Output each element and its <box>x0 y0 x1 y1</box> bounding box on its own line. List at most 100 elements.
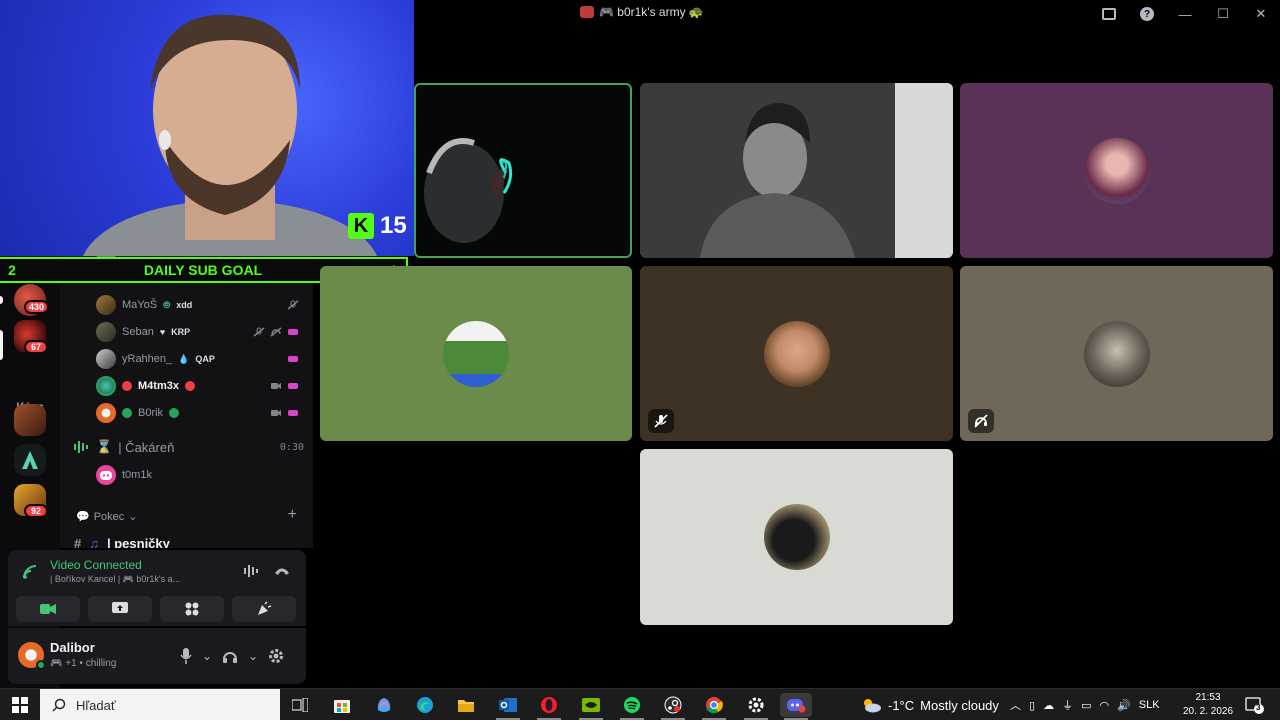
assassin-icon <box>22 451 38 469</box>
taskbar-search[interactable]: Hľadať <box>40 689 280 720</box>
status-dot <box>169 408 180 418</box>
member-name: Seban <box>122 326 154 338</box>
spotify-icon[interactable] <box>616 693 648 720</box>
member-tag: xdd <box>176 300 193 310</box>
status-dot <box>184 381 195 391</box>
member-state <box>253 321 299 343</box>
volume-icon[interactable]: 🔊 <box>1117 699 1131 712</box>
voice-channel-timer: 0:30 <box>279 441 304 453</box>
camera-icon <box>40 604 56 614</box>
disconnect-icon[interactable] <box>274 566 290 576</box>
chevron-down-icon[interactable]: ⌄ <box>202 649 212 663</box>
status-dot <box>122 408 132 418</box>
help-icon[interactable]: ? <box>1128 0 1166 28</box>
camera-button[interactable] <box>16 596 80 622</box>
mic-muted-icon <box>253 327 265 337</box>
video-tile-webcam-2[interactable] <box>640 83 953 258</box>
microphone-icon[interactable] <box>180 648 192 664</box>
outlook-icon[interactable] <box>492 693 524 720</box>
steam-icon[interactable] <box>657 693 689 720</box>
member-state <box>287 294 299 316</box>
phone-link-icon[interactable]: ▯ <box>1029 699 1035 712</box>
member-name: MaYoŠ <box>122 299 158 311</box>
wifi-icon[interactable]: ◠ <box>1099 699 1109 712</box>
chevron-up-icon[interactable]: ︿ <box>1010 697 1021 713</box>
search-icon <box>52 698 66 712</box>
connection-status[interactable]: Video Connected <box>50 558 142 572</box>
screen-share-button[interactable] <box>88 596 152 622</box>
activity-icon <box>288 329 298 335</box>
server-icon-3[interactable] <box>14 404 46 436</box>
camera-icon <box>271 410 281 416</box>
windows-logo-icon <box>12 697 28 713</box>
mic-muted-indicator <box>648 409 674 433</box>
voice-channel-cakaren[interactable]: ⌛ | Čakáreň 0:30 <box>74 436 304 458</box>
video-tile-webcam-1[interactable] <box>414 83 632 258</box>
onedrive-icon[interactable]: ☁ <box>1043 699 1054 712</box>
headphones-icon[interactable] <box>222 648 238 664</box>
store-icon[interactable] <box>326 693 358 717</box>
inbox-icon[interactable] <box>1090 0 1128 28</box>
member-state <box>270 375 299 397</box>
connection-location[interactable]: | Boříkov Kancel | 🎮 b0r1k's a... <box>50 574 180 585</box>
discord-window: 🎮 b0r1k's army 🐢 ? — ☐ ✕ 430 67 Káns 92 … <box>0 0 1280 720</box>
minimize-button[interactable]: — <box>1166 0 1204 28</box>
voice-member[interactable]: B0rik <box>96 402 180 424</box>
settings-gear-icon[interactable] <box>268 648 284 664</box>
user-name[interactable]: Dalibor <box>50 640 95 655</box>
edge-icon[interactable] <box>409 693 441 717</box>
video-tile-user-cat[interactable] <box>640 449 953 625</box>
usb-icon[interactable]: ⏚ <box>1062 697 1073 713</box>
add-channel-button[interactable]: + <box>288 506 297 524</box>
opera-icon[interactable] <box>533 693 565 720</box>
settings-icon[interactable] <box>740 693 772 720</box>
chevron-down-icon[interactable]: ⌄ <box>248 649 258 663</box>
activities-button[interactable] <box>160 596 224 622</box>
task-view-icon[interactable] <box>284 693 316 717</box>
language-indicator[interactable]: SLK <box>1139 699 1160 711</box>
server-icon-4[interactable] <box>14 444 46 476</box>
category-pokec[interactable]: 💬 Pokec ⌄ <box>76 510 138 524</box>
text-channel-name: | pesničky <box>106 535 170 549</box>
signal-icon[interactable] <box>22 564 38 580</box>
text-channel-pesnicky[interactable]: # ♫ | pesničky <box>74 532 170 549</box>
video-tile-user-pink[interactable] <box>960 83 1273 258</box>
close-button[interactable]: ✕ <box>1242 0 1280 28</box>
notification-center-icon[interactable]: 3 <box>1244 695 1264 715</box>
weather-widget[interactable]: -1°C Mostly cloudy <box>860 689 999 720</box>
taskbar-clock[interactable]: 21:53 20. 2. 2026 <box>1180 691 1236 719</box>
video-tile-user-sunglasses[interactable] <box>640 266 953 441</box>
online-status-dot <box>36 660 46 670</box>
video-tile-user-pepe[interactable] <box>320 266 632 441</box>
streamer-webcam: K 15 <box>0 0 414 256</box>
video-tile-user-gray[interactable] <box>960 266 1273 441</box>
soundboard-button[interactable] <box>232 596 296 622</box>
battery-icon[interactable]: ▭ <box>1081 699 1091 712</box>
user-avatar <box>763 504 830 570</box>
voice-member[interactable]: t0m1k <box>96 464 152 486</box>
discord-default-avatar <box>96 465 116 485</box>
file-explorer-icon[interactable] <box>450 693 482 717</box>
start-button[interactable] <box>0 689 40 720</box>
copilot-icon[interactable] <box>368 693 400 717</box>
user-status[interactable]: 🎮 +1 • chilling <box>50 658 116 669</box>
user-avatar <box>1083 320 1150 387</box>
noise-suppression-icon[interactable] <box>244 564 260 578</box>
member-state <box>270 402 299 424</box>
user-avatar <box>763 320 830 387</box>
app-icon <box>580 6 594 18</box>
camera-icon <box>271 383 281 389</box>
category-name: Pokec <box>93 510 125 523</box>
kick-logo-icon: K <box>348 213 374 239</box>
discord-icon[interactable] <box>780 693 812 720</box>
activity-icon <box>288 356 298 362</box>
voice-member[interactable]: M4tm3x <box>96 375 195 397</box>
voice-member[interactable]: yRahhen_ 💧 QAP <box>96 348 215 370</box>
chrome-icon[interactable] <box>698 693 730 720</box>
deafened-icon <box>270 327 282 337</box>
voice-member[interactable]: MaYoŠ ⦾ xdd <box>96 294 192 316</box>
nvidia-icon[interactable] <box>575 693 607 720</box>
maximize-button[interactable]: ☐ <box>1204 0 1242 28</box>
system-tray: ︿ ▯ ☁ ⏚ ▭ ◠ 🔊 SLK <box>1010 689 1160 720</box>
voice-member[interactable]: Seban ♥ KRP <box>96 321 190 343</box>
